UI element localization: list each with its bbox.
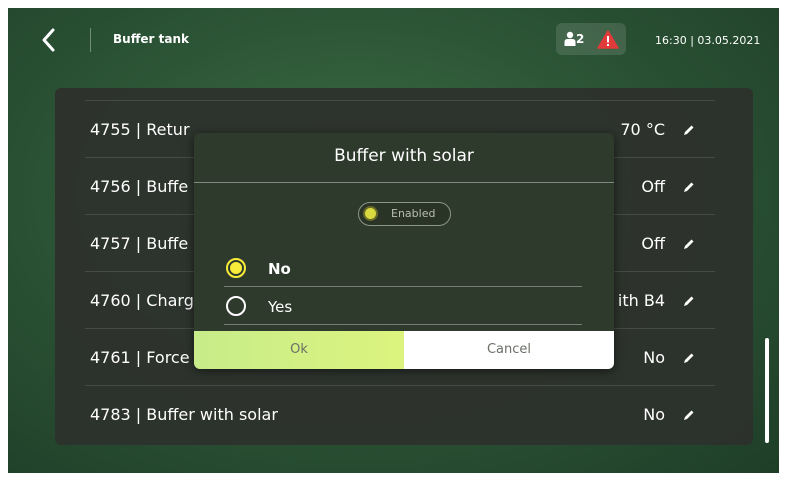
pencil-icon[interactable] — [683, 352, 695, 364]
ok-button-label: Ok — [290, 342, 308, 357]
user-icon — [564, 31, 576, 46]
pencil-icon[interactable] — [683, 238, 695, 250]
scrollbar[interactable] — [765, 88, 769, 445]
chevron-left-icon — [42, 28, 55, 52]
pencil-icon[interactable] — [683, 409, 695, 421]
warning-triangle-icon — [597, 30, 619, 49]
radio-selected-icon[interactable] — [226, 258, 246, 278]
row-label: 4757 | Buffe — [90, 234, 189, 253]
back-button[interactable] — [38, 26, 60, 54]
cancel-button-label: Cancel — [486, 342, 532, 357]
select-dialog: Buffer with solar Enabled No Yes Ok Canc… — [194, 133, 614, 369]
row-value: No — [643, 405, 665, 424]
row-label: 4756 | Buffe — [90, 177, 189, 196]
screen: Buffer tank 2 16:30 | 03.05.2021 4755 | … — [8, 8, 779, 473]
pencil-icon[interactable] — [683, 295, 695, 307]
row-value: ith B4 — [617, 291, 665, 310]
pencil-icon[interactable] — [683, 181, 695, 193]
datetime: 16:30 | 03.05.2021 — [655, 34, 761, 47]
header: Buffer tank 2 16:30 | 03.05.2021 — [8, 8, 779, 74]
dialog-title: Buffer with solar — [334, 146, 474, 166]
enabled-dot-icon — [363, 206, 378, 221]
page-title: Buffer tank — [113, 32, 190, 46]
row-label: 4760 | Charg — [90, 291, 194, 310]
option-label: Yes — [268, 298, 293, 316]
row-label: 4761 | Force — [90, 348, 190, 367]
cancel-button[interactable]: Cancel — [404, 331, 614, 369]
row-value: 70 °C — [620, 120, 665, 139]
ok-button[interactable]: Ok — [194, 331, 404, 369]
list-row[interactable]: 4783 | Buffer with solar No — [85, 385, 715, 442]
dialog-divider — [194, 182, 614, 183]
row-value: Off — [641, 177, 665, 196]
row-value: Off — [641, 234, 665, 253]
row-label: 4783 | Buffer with solar — [90, 405, 278, 424]
option-label: No — [268, 260, 291, 278]
enabled-label: Enabled — [391, 207, 436, 220]
option-yes[interactable]: Yes — [224, 289, 582, 325]
pencil-icon[interactable] — [683, 124, 695, 136]
option-no[interactable]: No — [224, 251, 582, 287]
enabled-indicator: Enabled — [358, 202, 451, 226]
scrollbar-thumb[interactable] — [765, 338, 769, 443]
user-count: 2 — [576, 32, 585, 46]
row-value: No — [643, 348, 665, 367]
radio-unselected-icon[interactable] — [226, 296, 246, 316]
row-label: 4755 | Retur — [90, 120, 190, 139]
header-divider — [90, 28, 91, 52]
status-box[interactable]: 2 — [556, 23, 626, 55]
